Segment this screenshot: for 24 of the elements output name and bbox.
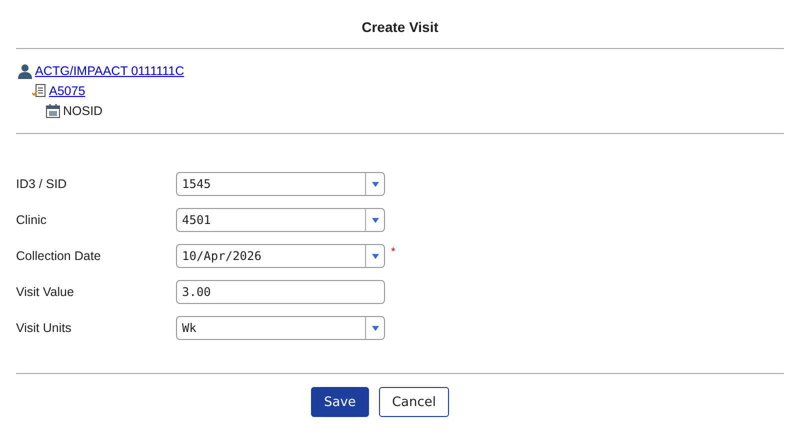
field-label: Clinic [16, 213, 48, 227]
cancel-button[interactable]: Cancel [378, 387, 449, 417]
calendar-icon [46, 104, 60, 118]
save-button[interactable]: Save [311, 387, 369, 417]
person-icon [18, 64, 32, 78]
input-field[interactable]: 3.00 [176, 280, 385, 304]
caret-icon [372, 326, 378, 330]
field-label: Visit Units [16, 321, 72, 335]
tree-link[interactable]: ACTG/IMPAACT 0111111C [35, 64, 184, 78]
dialog-title: Create Visit [360, 18, 440, 37]
dropdown[interactable]: 4501 [176, 208, 385, 232]
field-label: Visit Value [16, 285, 75, 299]
dropdown[interactable]: 10/Apr/2026 [176, 244, 385, 268]
field-label: Collection Date [16, 249, 102, 263]
caret-icon [372, 218, 378, 222]
caret-icon [372, 182, 378, 186]
tree-link[interactable]: A5075 [49, 84, 86, 98]
required-mark: * [391, 246, 396, 258]
field-label: ID3 / SID [16, 177, 68, 191]
caret-icon [372, 254, 378, 258]
dropdown[interactable]: Wk [176, 316, 385, 340]
document-icon [32, 84, 46, 98]
tree-label: NOSID [63, 104, 103, 118]
dropdown[interactable]: 1545 [176, 172, 385, 196]
